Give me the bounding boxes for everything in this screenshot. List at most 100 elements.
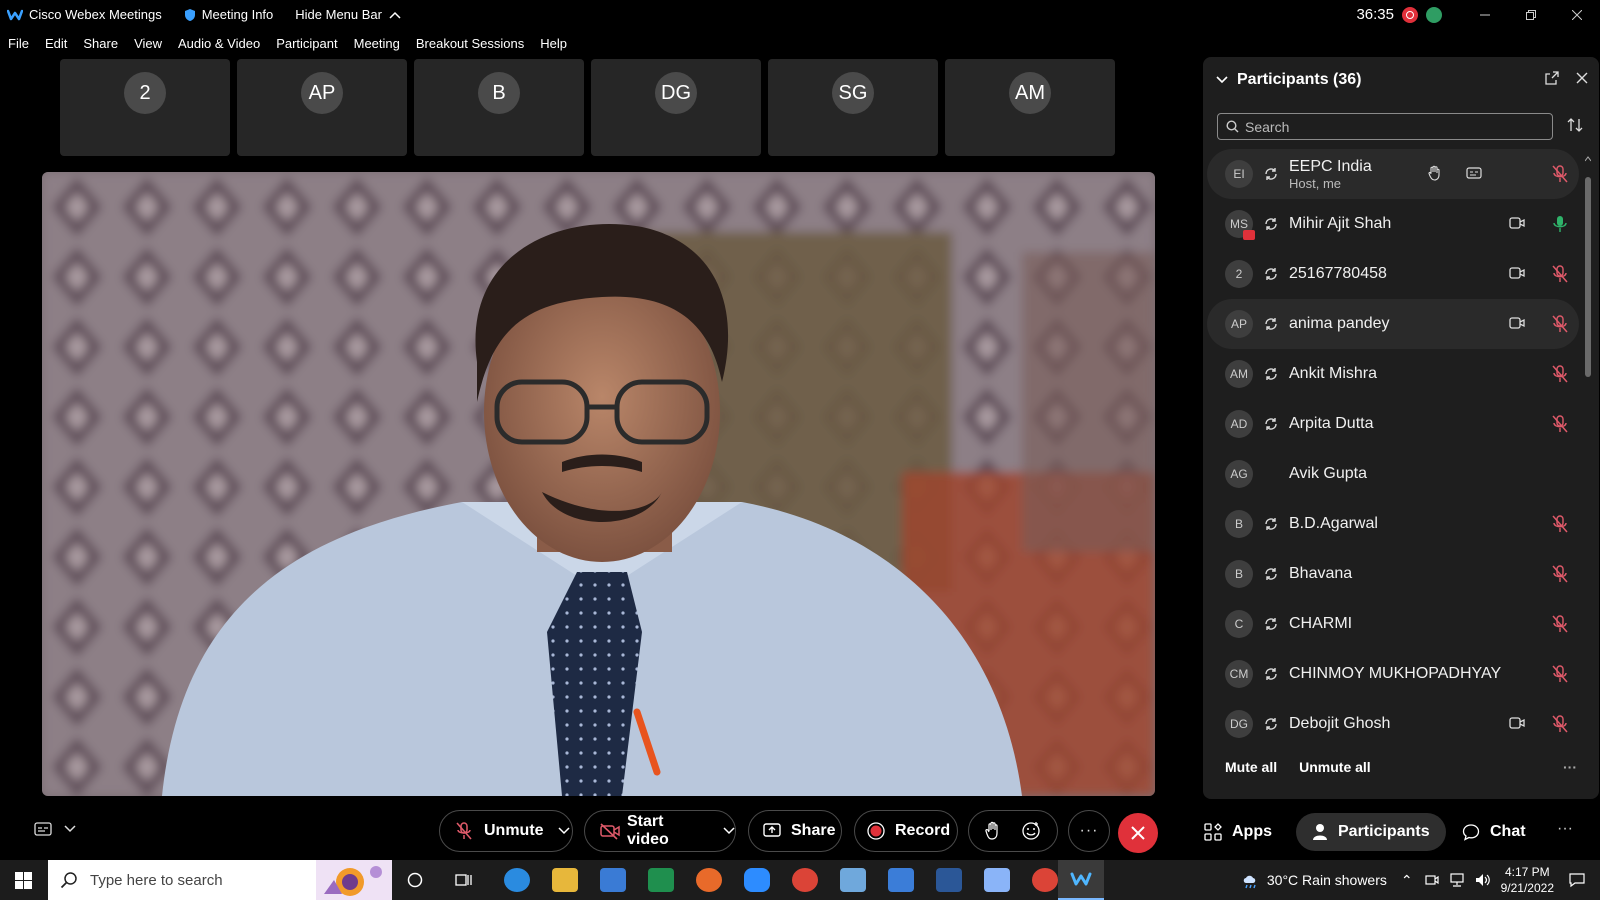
thumbnail-tile[interactable]: AP xyxy=(237,59,407,156)
menu-meeting[interactable]: Meeting xyxy=(354,36,400,51)
notepad-icon[interactable] xyxy=(984,868,1010,892)
record-button[interactable]: Record xyxy=(854,810,958,852)
meet-now-icon[interactable] xyxy=(1425,873,1439,887)
thumbnail-tile[interactable]: AM xyxy=(945,59,1115,156)
scroll-up-icon[interactable] xyxy=(1584,156,1592,162)
chevron-down-icon[interactable] xyxy=(723,827,735,835)
task-view-icon[interactable] xyxy=(455,872,473,888)
restore-button[interactable] xyxy=(1508,0,1554,29)
chat-tab[interactable]: Chat xyxy=(1462,813,1526,851)
menu-view[interactable]: View xyxy=(134,36,162,51)
participant-mic-button[interactable] xyxy=(1552,265,1568,288)
participant-mic-button[interactable] xyxy=(1552,515,1568,538)
webex-taskbar-icon[interactable] xyxy=(1058,860,1104,900)
taskbar-search-input[interactable] xyxy=(90,871,310,889)
participant-mic-button[interactable] xyxy=(1552,215,1568,238)
apps-tab[interactable]: Apps xyxy=(1204,813,1272,851)
menu-help[interactable]: Help xyxy=(540,36,567,51)
word-icon[interactable] xyxy=(936,868,962,892)
close-window-button[interactable] xyxy=(1554,0,1600,29)
volume-icon[interactable] xyxy=(1475,873,1491,887)
participant-row[interactable]: DG Debojit Ghosh xyxy=(1207,699,1579,749)
firefox-icon[interactable] xyxy=(696,868,722,892)
zoom-icon[interactable] xyxy=(744,868,770,892)
store-icon[interactable] xyxy=(888,868,914,892)
network-health-icon[interactable] xyxy=(1426,6,1442,23)
participant-search[interactable] xyxy=(1217,113,1553,140)
menu-audio-video[interactable]: Audio & Video xyxy=(178,36,260,51)
participant-mic-button[interactable] xyxy=(1552,165,1568,188)
participant-mic-button[interactable] xyxy=(1552,415,1568,438)
scrollbar-thumb[interactable] xyxy=(1585,177,1591,377)
participant-row[interactable]: AG Avik Gupta xyxy=(1207,449,1579,499)
paint-icon[interactable] xyxy=(840,868,866,892)
tray-chevron-up-icon[interactable]: ⌃ xyxy=(1401,872,1413,889)
share-button[interactable]: Share xyxy=(748,810,842,852)
participant-mic-button[interactable] xyxy=(1552,665,1568,688)
minimize-button[interactable] xyxy=(1462,0,1508,29)
raise-hand-icon[interactable] xyxy=(985,821,1001,841)
file-explorer-icon[interactable] xyxy=(552,868,578,892)
chrome-icon[interactable] xyxy=(792,868,818,892)
meeting-info-button[interactable]: Meeting Info xyxy=(184,7,273,22)
participant-mic-button[interactable] xyxy=(1552,565,1568,588)
windows-start-icon[interactable] xyxy=(15,872,32,889)
chevron-down-icon[interactable] xyxy=(1215,75,1229,85)
menu-share[interactable]: Share xyxy=(83,36,118,51)
mute-all-button[interactable]: Mute all xyxy=(1225,759,1277,775)
network-icon[interactable] xyxy=(1449,873,1465,887)
panel-more-icon[interactable]: ··· xyxy=(1563,759,1577,775)
excel-icon[interactable] xyxy=(648,868,674,892)
search-input[interactable] xyxy=(1245,118,1535,135)
participant-row[interactable]: 2 25167780458 xyxy=(1207,249,1579,299)
reaction-emoji-icon[interactable] xyxy=(1021,821,1041,841)
participant-row[interactable]: EI EEPC India Host, me xyxy=(1207,149,1579,199)
participant-row[interactable]: MS Mihir Ajit Shah xyxy=(1207,199,1579,249)
lower-hand-button[interactable] xyxy=(1428,165,1442,186)
more-options-button[interactable]: ··· xyxy=(1068,810,1110,852)
mail-icon[interactable] xyxy=(600,868,626,892)
menu-participant[interactable]: Participant xyxy=(276,36,337,51)
chat-icon xyxy=(1462,824,1480,841)
participant-mic-button[interactable] xyxy=(1552,715,1568,738)
participants-tab[interactable]: Participants xyxy=(1296,813,1446,851)
participant-mic-button[interactable] xyxy=(1552,615,1568,638)
participant-row[interactable]: B B.D.Agarwal xyxy=(1207,499,1579,549)
taskbar-clock[interactable]: 4:17 PM 9/21/2022 xyxy=(1501,864,1554,896)
participant-row[interactable]: B Bhavana xyxy=(1207,549,1579,599)
participant-list-scrollbar[interactable] xyxy=(1584,149,1592,739)
participant-row[interactable]: AP anima pandey xyxy=(1207,299,1579,349)
participant-row[interactable]: C CHARMI xyxy=(1207,599,1579,649)
leave-meeting-button[interactable] xyxy=(1118,813,1158,853)
thumbnail-tile[interactable]: 2 xyxy=(60,59,230,156)
hide-menu-bar-button[interactable]: Hide Menu Bar xyxy=(295,7,408,22)
start-video-button[interactable]: Start video xyxy=(584,810,736,852)
participant-row[interactable]: AD Arpita Dutta xyxy=(1207,399,1579,449)
notifications-icon[interactable] xyxy=(1568,872,1586,888)
thumbnail-tile[interactable]: DG xyxy=(591,59,761,156)
close-panel-icon[interactable] xyxy=(1575,71,1589,85)
taskbar-search[interactable] xyxy=(48,860,392,900)
sort-icon[interactable] xyxy=(1567,117,1583,133)
thumbnail-tile[interactable]: SG xyxy=(768,59,938,156)
unmute-all-button[interactable]: Unmute all xyxy=(1299,759,1371,775)
unmute-button[interactable]: Unmute xyxy=(439,810,573,852)
active-speaker-video[interactable] xyxy=(42,172,1155,796)
menu-file[interactable]: File xyxy=(8,36,29,51)
thumbnail-tile[interactable]: B xyxy=(414,59,584,156)
weather-icon[interactable] xyxy=(1241,871,1261,889)
overflow-more-icon[interactable]: ··· xyxy=(1557,820,1573,838)
menu-breakout-sessions[interactable]: Breakout Sessions xyxy=(416,36,524,51)
participant-mic-button[interactable] xyxy=(1552,365,1568,388)
participant-row[interactable]: AM Ankit Mishra xyxy=(1207,349,1579,399)
participant-mic-button[interactable] xyxy=(1552,315,1568,338)
cortana-icon[interactable] xyxy=(407,872,423,888)
chrome-profile-icon[interactable] xyxy=(1032,868,1058,892)
chevron-down-icon[interactable] xyxy=(558,827,570,835)
participant-row[interactable]: CM CHINMOY MUKHOPADHYAY xyxy=(1207,649,1579,699)
edge-browser-icon[interactable] xyxy=(504,868,530,892)
weather-text[interactable]: 30°C Rain showers xyxy=(1267,872,1387,888)
captions-control[interactable] xyxy=(34,822,76,836)
pop-out-icon[interactable] xyxy=(1545,71,1559,85)
menu-edit[interactable]: Edit xyxy=(45,36,67,51)
